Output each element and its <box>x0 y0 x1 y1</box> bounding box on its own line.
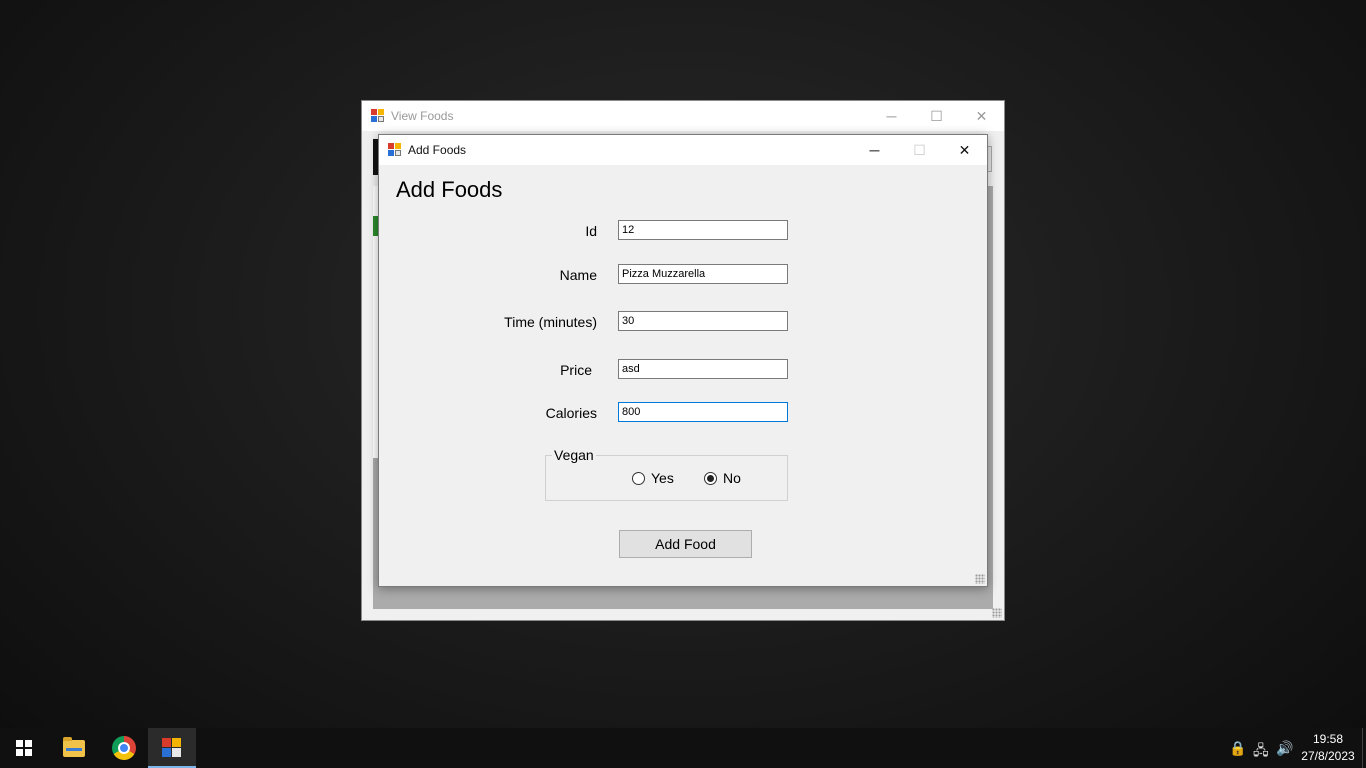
close-button[interactable]: ✕ <box>959 101 1004 131</box>
radio-checked-icon[interactable] <box>704 471 717 485</box>
minimize-button[interactable]: ─ <box>869 101 914 131</box>
form-heading: Add Foods <box>396 177 503 202</box>
desktop: View Foods ─ ☐ ✕ Add Foods ─ ☐ ✕ Add Foo… <box>0 0 1366 728</box>
windows-logo-icon <box>16 740 32 756</box>
add-foods-titlebar[interactable]: Add Foods ─ ☐ ✕ <box>379 135 987 165</box>
chrome-button[interactable] <box>100 728 148 768</box>
price-field[interactable] <box>618 359 788 379</box>
view-foods-title: View Foods <box>391 109 454 123</box>
file-explorer-icon <box>63 736 85 757</box>
add-food-button[interactable]: Add Food <box>619 530 752 558</box>
price-label: Price <box>560 362 592 378</box>
resize-grip-icon[interactable] <box>975 574 985 584</box>
radio-unchecked-icon[interactable] <box>632 471 645 485</box>
taskbar-clock[interactable]: 19:58 27/8/2023 <box>1296 731 1360 765</box>
id-label: Id <box>585 223 597 239</box>
foods-app-icon <box>388 143 402 157</box>
foods-app-icon <box>162 738 182 758</box>
vegan-legend: Vegan <box>552 447 596 463</box>
time-label: Time (minutes) <box>504 314 597 330</box>
volume-icon[interactable]: 🔊 <box>1276 740 1293 757</box>
time-field[interactable] <box>618 311 788 331</box>
show-desktop-button[interactable] <box>1362 728 1366 768</box>
resize-grip-icon[interactable] <box>992 608 1002 618</box>
minimize-button[interactable]: ─ <box>852 135 897 165</box>
add-foods-title: Add Foods <box>408 143 467 157</box>
vegan-no-radio[interactable]: No <box>704 470 741 486</box>
calories-label: Calories <box>545 405 597 421</box>
maximize-button: ☐ <box>913 141 926 158</box>
lock-icon[interactable]: 🔒 <box>1229 740 1246 757</box>
foods-app-icon <box>371 109 385 123</box>
maximize-button[interactable]: ☐ <box>914 101 959 131</box>
network-icon[interactable]: 🖧 <box>1253 740 1269 764</box>
foods-app-taskbar-button[interactable] <box>148 728 196 768</box>
view-foods-titlebar[interactable]: View Foods ─ ☐ ✕ <box>362 101 1004 131</box>
name-label: Name <box>559 267 597 283</box>
close-button[interactable]: ✕ <box>942 135 987 165</box>
vegan-yes-label: Yes <box>651 470 674 486</box>
file-explorer-button[interactable] <box>50 728 98 768</box>
add-foods-window: Add Foods ─ ☐ ✕ Add Foods Id Name Time (… <box>378 134 988 587</box>
chrome-icon <box>112 736 136 760</box>
vegan-no-label: No <box>723 470 741 486</box>
start-button[interactable] <box>0 728 48 768</box>
clock-date: 27/8/2023 <box>1301 749 1355 763</box>
name-field[interactable] <box>618 264 788 284</box>
vegan-yes-radio[interactable]: Yes <box>632 470 674 486</box>
taskbar: 🔒 🖧 🔊 19:58 27/8/2023 <box>0 728 1366 768</box>
calories-field[interactable] <box>618 402 788 422</box>
vegan-groupbox: Vegan Yes No <box>545 447 788 501</box>
clock-time: 19:58 <box>1312 732 1344 746</box>
id-field[interactable] <box>618 220 788 240</box>
